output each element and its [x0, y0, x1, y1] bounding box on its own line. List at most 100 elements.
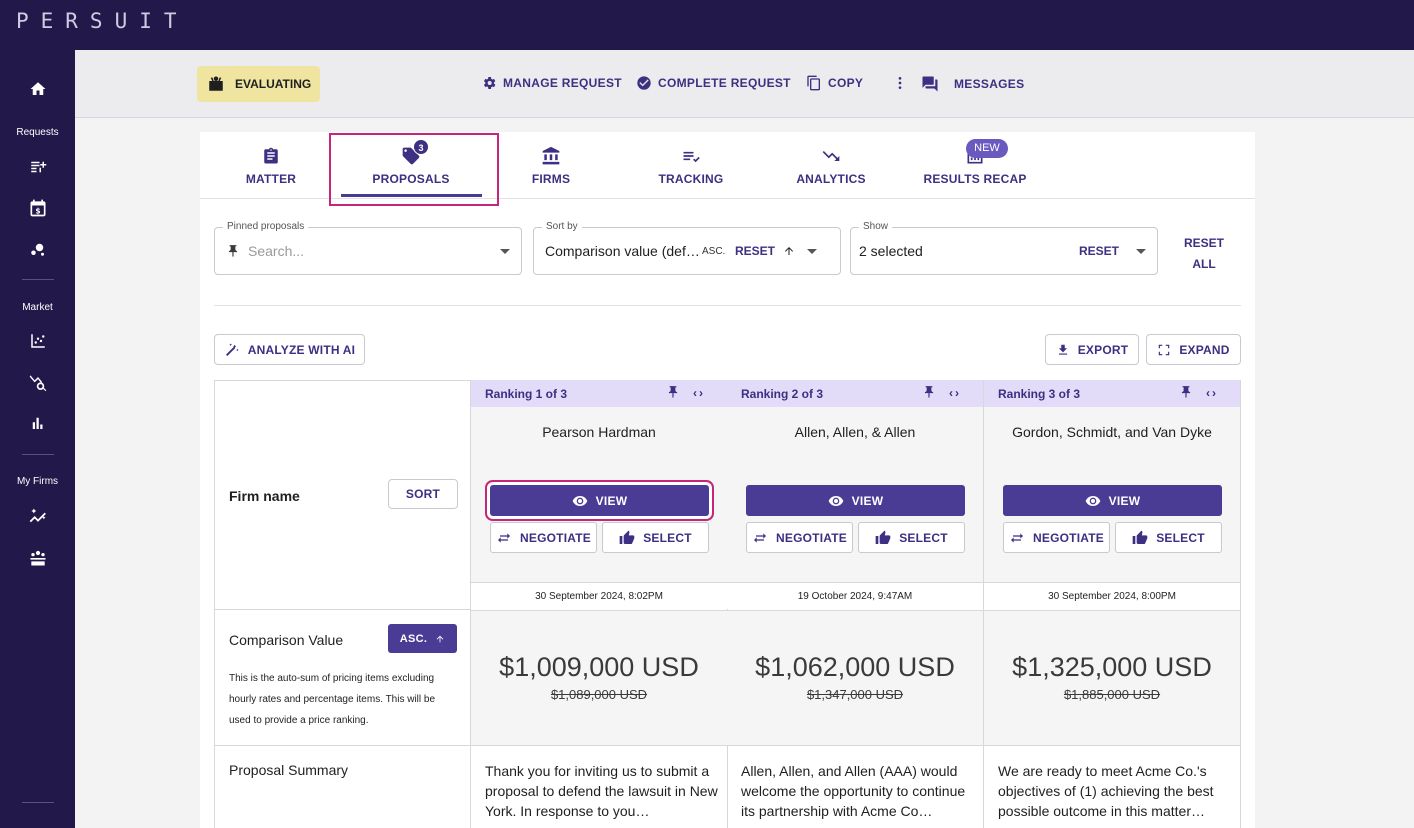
select-button[interactable]: SELECT: [602, 522, 709, 553]
tab-tracking[interactable]: TRACKING: [621, 146, 761, 186]
ranking-header: Ranking 1 of 3 ‹›: [471, 380, 727, 407]
pinned-proposals-label: Pinned proposals: [223, 221, 309, 232]
calendar-dollar-icon[interactable]: $: [0, 198, 75, 221]
more-options-button[interactable]: [892, 75, 908, 91]
arrow-up-icon: [436, 635, 444, 642]
pin-icon[interactable]: [666, 384, 680, 400]
view-proposal-button[interactable]: VIEW: [1003, 485, 1222, 516]
reorder-arrows-icon[interactable]: ‹›: [1206, 386, 1218, 400]
sort-firm-label: SORT: [405, 487, 441, 501]
status-text: EVALUATING: [235, 77, 312, 91]
arrow-up-icon[interactable]: [783, 245, 795, 257]
analyze-with-ai-button[interactable]: ANALYZE WITH AI: [214, 334, 365, 365]
complete-request-button[interactable]: COMPLETE REQUEST: [636, 75, 791, 91]
select-label: SELECT: [1156, 530, 1205, 545]
svg-text:$: $: [35, 206, 40, 215]
proposal-summary: We are ready to meet Acme Co.'s objectiv…: [998, 763, 1214, 819]
tab-analytics[interactable]: ANALYTICS: [761, 146, 901, 186]
more-vertical-icon: [898, 77, 902, 89]
original-value: $1,885,000 USD: [1063, 687, 1161, 702]
comparison-row-label: Comparison Value ASC. This is the auto-s…: [215, 610, 470, 746]
pinned-proposals-field[interactable]: Pinned proposals Search...: [214, 221, 522, 275]
summary-row-label: Proposal Summary: [215, 746, 470, 828]
tab-matter[interactable]: MATTER: [201, 146, 341, 186]
asc-sort-button[interactable]: ASC.: [388, 624, 457, 653]
pinned-search-input[interactable]: Search...: [248, 243, 304, 259]
reorder-arrows-icon[interactable]: ‹›: [693, 386, 705, 400]
magic-wand-icon: [225, 342, 239, 356]
messages-button[interactable]: MESSAGES: [920, 75, 1024, 93]
sort-dropdown-icon[interactable]: [807, 249, 817, 254]
proposal-summary-label: Proposal Summary: [229, 762, 349, 778]
select-label: SELECT: [643, 530, 692, 545]
proposal-summary: Thank you for inviting us to submit a pr…: [485, 763, 718, 819]
new-request-icon[interactable]: [0, 158, 75, 179]
manage-request-button[interactable]: MANAGE REQUEST: [481, 75, 622, 91]
sparkle-trend-icon[interactable]: [0, 506, 75, 529]
expand-label: EXPAND: [1179, 342, 1230, 357]
negotiate-label: NEGOTIATE: [520, 530, 591, 545]
market-search-icon[interactable]: [0, 372, 75, 395]
tab-firms[interactable]: FIRMS: [481, 146, 621, 186]
home-icon[interactable]: [0, 80, 75, 101]
team-icon[interactable]: [0, 548, 75, 571]
thumbs-up-icon: [875, 530, 891, 544]
expand-button[interactable]: EXPAND: [1146, 334, 1241, 365]
bubbles-icon[interactable]: [0, 240, 75, 261]
ranking-label: Ranking 1 of 3: [485, 387, 568, 401]
scatter-chart-icon[interactable]: [0, 332, 75, 353]
negotiate-label: NEGOTIATE: [1033, 530, 1104, 545]
pin-icon[interactable]: [1179, 384, 1193, 400]
eye-icon: [572, 495, 587, 506]
bar-chart-icon[interactable]: [0, 414, 75, 435]
negotiate-button[interactable]: NEGOTIATE: [1003, 522, 1110, 553]
copy-button[interactable]: COPY: [806, 75, 863, 91]
pin-icon[interactable]: [922, 384, 936, 400]
view-proposal-button[interactable]: VIEW: [490, 485, 709, 516]
firm-cell: Pearson Hardman VIEW NEGOTIATE SELECT: [471, 407, 727, 582]
comparison-value: $1,325,000 USD: [1012, 652, 1212, 682]
firm-name-row-label: Firm name SORT: [215, 380, 470, 610]
trending-down-icon: [822, 151, 840, 161]
show-dropdown-icon[interactable]: [1136, 249, 1146, 254]
original-value: $1,347,000 USD: [806, 687, 904, 702]
tab-firms-label: FIRMS: [531, 172, 571, 186]
proposals-tab-highlight: [329, 133, 499, 206]
firm-cell: Allen, Allen, & Allen VIEW NEGOTIATE SEL…: [727, 407, 983, 582]
show-field[interactable]: Show 2 selected RESET: [850, 221, 1158, 275]
swap-icon: [754, 532, 767, 543]
firm-name-label: Firm name: [229, 488, 300, 504]
select-button[interactable]: SELECT: [1115, 522, 1222, 553]
firm-cell: Gordon, Schmidt, and Van Dyke VIEW NEGOT…: [984, 407, 1240, 582]
status-badge: EVALUATING: [197, 66, 320, 102]
comparison-label: Comparison Value: [229, 632, 344, 648]
reset-all-button[interactable]: RESET ALL: [1182, 233, 1226, 275]
negotiate-button[interactable]: NEGOTIATE: [490, 522, 597, 553]
reset-all-line-1: RESET: [1183, 236, 1224, 250]
evaluating-icon: [209, 76, 223, 91]
pinned-dropdown-icon[interactable]: [500, 249, 510, 254]
export-button[interactable]: EXPORT: [1045, 334, 1139, 365]
view-proposal-button[interactable]: VIEW: [746, 485, 965, 516]
negotiate-button[interactable]: NEGOTIATE: [746, 522, 853, 553]
tab-analytics-label: ANALYTICS: [796, 172, 866, 186]
export-label: EXPORT: [1077, 342, 1129, 357]
comparison-cell: $1,325,000 USD $1,885,000 USD: [984, 610, 1240, 746]
tab-matter-label: MATTER: [245, 172, 297, 186]
view-label: VIEW: [595, 493, 628, 508]
sort-by-field[interactable]: Sort by Comparison value (def… ASC. RESE…: [533, 221, 841, 275]
tab-tracking-label: TRACKING: [658, 172, 724, 186]
negotiate-label: NEGOTIATE: [776, 530, 847, 545]
show-reset-button[interactable]: RESET: [1079, 244, 1119, 258]
submitted-timestamp: 30 September 2024, 8:00PM: [984, 582, 1240, 609]
proposal-column: Ranking 1 of 3 ‹› Pearson Hardman VIEW N…: [471, 380, 728, 828]
proposal-column: Ranking 3 of 3 ‹› Gordon, Schmidt, and V…: [984, 380, 1241, 828]
sort-firm-button[interactable]: SORT: [388, 479, 458, 509]
firm-name: Allen, Allen, & Allen: [794, 424, 916, 440]
brand-logo[interactable]: PERSUIT: [16, 9, 189, 33]
select-button[interactable]: SELECT: [858, 522, 965, 553]
reorder-arrows-icon[interactable]: ‹›: [949, 386, 961, 400]
reset-all-line-2: ALL: [1192, 257, 1216, 271]
eye-icon: [828, 495, 843, 506]
sort-reset-button[interactable]: RESET: [735, 244, 775, 258]
